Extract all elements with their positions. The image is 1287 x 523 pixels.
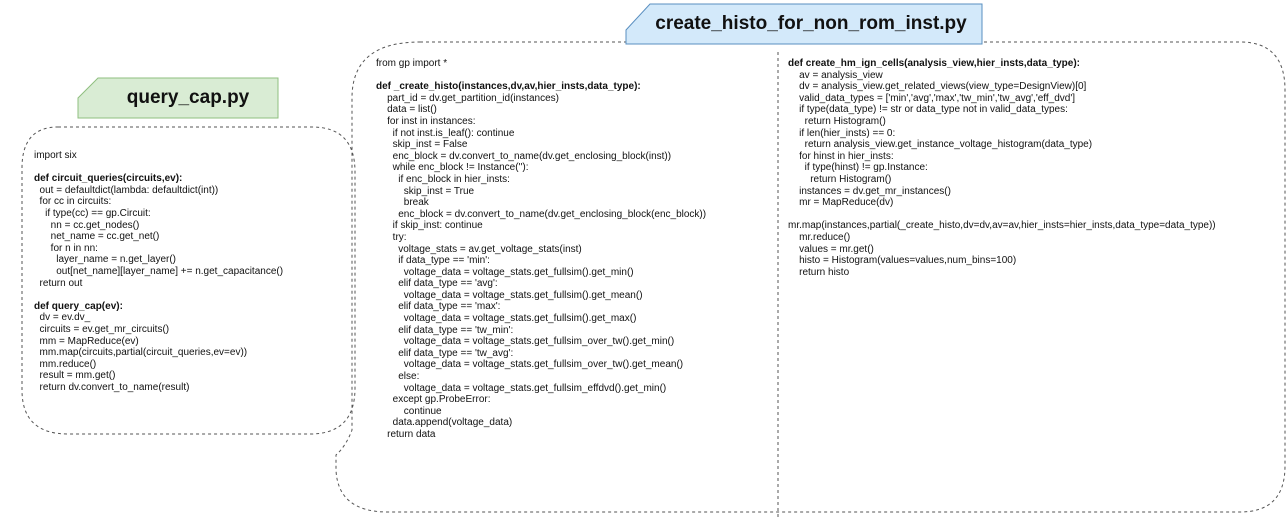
code-line: voltage_data = voltage_stats.get_fullsim… <box>376 336 675 348</box>
code-line: part_id = dv.get_partition_id(instances) <box>376 92 559 104</box>
code-line: out[net_name][layer_name] += n.get_capac… <box>34 265 284 277</box>
code-line: if data_type == 'min': <box>376 255 490 267</box>
code-line: net_name = cc.get_net() <box>34 231 160 243</box>
code-line: if not inst.is_leaf(): continue <box>376 127 515 139</box>
code-line: return Histogram() <box>788 115 886 127</box>
code-line: def create_hm_ign_cells(analysis_view,hi… <box>788 58 1080 69</box>
code-line: voltage_data = voltage_stats.get_fullsim… <box>376 359 684 371</box>
code-line: valid_data_types = ['min','avg','max','t… <box>788 92 1076 104</box>
code-line: dv = ev.dv_ <box>34 312 91 324</box>
code-line: if type(hinst) != gp.Instance: <box>788 162 928 174</box>
code-line: break <box>376 197 429 209</box>
code-line: circuits = ev.get_mr_circuits() <box>34 323 170 335</box>
code-line: while enc_block != Instance(''): <box>376 162 529 174</box>
code-line: if type(cc) == gp.Circuit: <box>34 207 151 219</box>
code-line: elif data_type == 'avg': <box>376 278 498 290</box>
code-line: import six <box>34 150 77 161</box>
code-line: except gp.ProbeError: <box>376 394 491 406</box>
code-line: values = mr.get() <box>788 243 874 255</box>
code-line: histo = Histogram(values=values,num_bins… <box>788 255 1017 267</box>
code-line: def circuit_queries(circuits,ev): <box>34 173 183 185</box>
code-line: return data <box>376 429 436 440</box>
code-line: def _create_histo(instances,dv,av,hier_i… <box>376 81 641 93</box>
code-line: for inst in instances: <box>376 115 476 127</box>
right-code-column-2: def create_hm_ign_cells(analysis_view,hi… <box>788 58 1216 278</box>
code-line: if len(hier_insts) == 0: <box>788 127 896 139</box>
code-line: data = list() <box>376 104 437 116</box>
code-line: return Histogram() <box>788 173 892 185</box>
code-line: voltage_data = voltage_stats.get_fullsim… <box>376 382 667 394</box>
code-line: for hinst in hier_insts: <box>788 150 894 162</box>
code-line: continue <box>376 405 442 417</box>
code-line: av = analysis_view <box>788 69 883 81</box>
code-line: data.append(voltage_data) <box>376 417 513 429</box>
code-line: voltage_data = voltage_stats.get_fullsim… <box>376 289 643 301</box>
code-line: if type(data_type) != str or data_type n… <box>788 104 1068 116</box>
code-line: return dv.convert_to_name(result) <box>34 381 190 393</box>
code-line: voltage_data = voltage_stats.get_fullsim… <box>376 313 637 325</box>
code-line: for n in nn: <box>34 242 98 254</box>
code-line: return out <box>34 277 83 289</box>
code-line: if enc_block in hier_insts: <box>376 173 510 185</box>
code-line: dv = analysis_view.get_related_views(vie… <box>788 81 1087 93</box>
code-line: voltage_stats = av.get_voltage_stats(ins… <box>376 243 582 255</box>
code-line: try: <box>376 231 407 243</box>
code-line: instances = dv.get_mr_instances() <box>788 185 951 197</box>
code-line: mm = MapReduce(ev) <box>34 335 139 347</box>
right-tab-title: create_histo_for_non_rom_inst.py <box>655 13 967 34</box>
code-line: from gp import * <box>376 58 448 69</box>
code-line: elif data_type == 'tw_avg': <box>376 347 514 359</box>
code-line: nn = cc.get_nodes() <box>34 219 140 231</box>
code-line: return analysis_view.get_instance_voltag… <box>788 139 1093 151</box>
code-line: mm.map(circuits,partial(circuit_queries,… <box>34 347 248 359</box>
code-line: for cc in circuits: <box>34 196 112 208</box>
code-line: def query_cap(ev): <box>34 300 123 312</box>
code-line: enc_block = dv.convert_to_name(dv.get_en… <box>376 150 672 162</box>
code-line: elif data_type == 'tw_min': <box>376 324 514 336</box>
left-tab-title: query_cap.py <box>126 87 250 108</box>
code-line: mr.map(instances,partial(_create_histo,d… <box>788 220 1216 232</box>
code-line: if skip_inst: continue <box>376 220 483 232</box>
code-line: result = mm.get() <box>34 370 116 382</box>
code-line: out = defaultdict(lambda: defaultdict(in… <box>34 184 219 196</box>
code-line: mr.reduce() <box>788 231 851 243</box>
code-line: else: <box>376 371 420 383</box>
code-line: elif data_type == 'max': <box>376 301 501 313</box>
code-line: skip_inst = True <box>376 185 475 197</box>
code-line: mr = MapReduce(dv) <box>788 197 894 209</box>
code-line: skip_inst = False <box>376 139 468 151</box>
code-line: voltage_data = voltage_stats.get_fullsim… <box>376 266 634 278</box>
code-line: return histo <box>788 266 850 278</box>
code-line: layer_name = n.get_layer() <box>34 254 177 266</box>
code-line: mm.reduce() <box>34 358 97 370</box>
right-code-column-1: from gp import * def _create_histo(instan… <box>376 58 706 441</box>
left-code-block: import six def circuit_queries(circuits,e… <box>34 150 283 393</box>
code-line: enc_block = dv.convert_to_name(dv.get_en… <box>376 208 707 220</box>
